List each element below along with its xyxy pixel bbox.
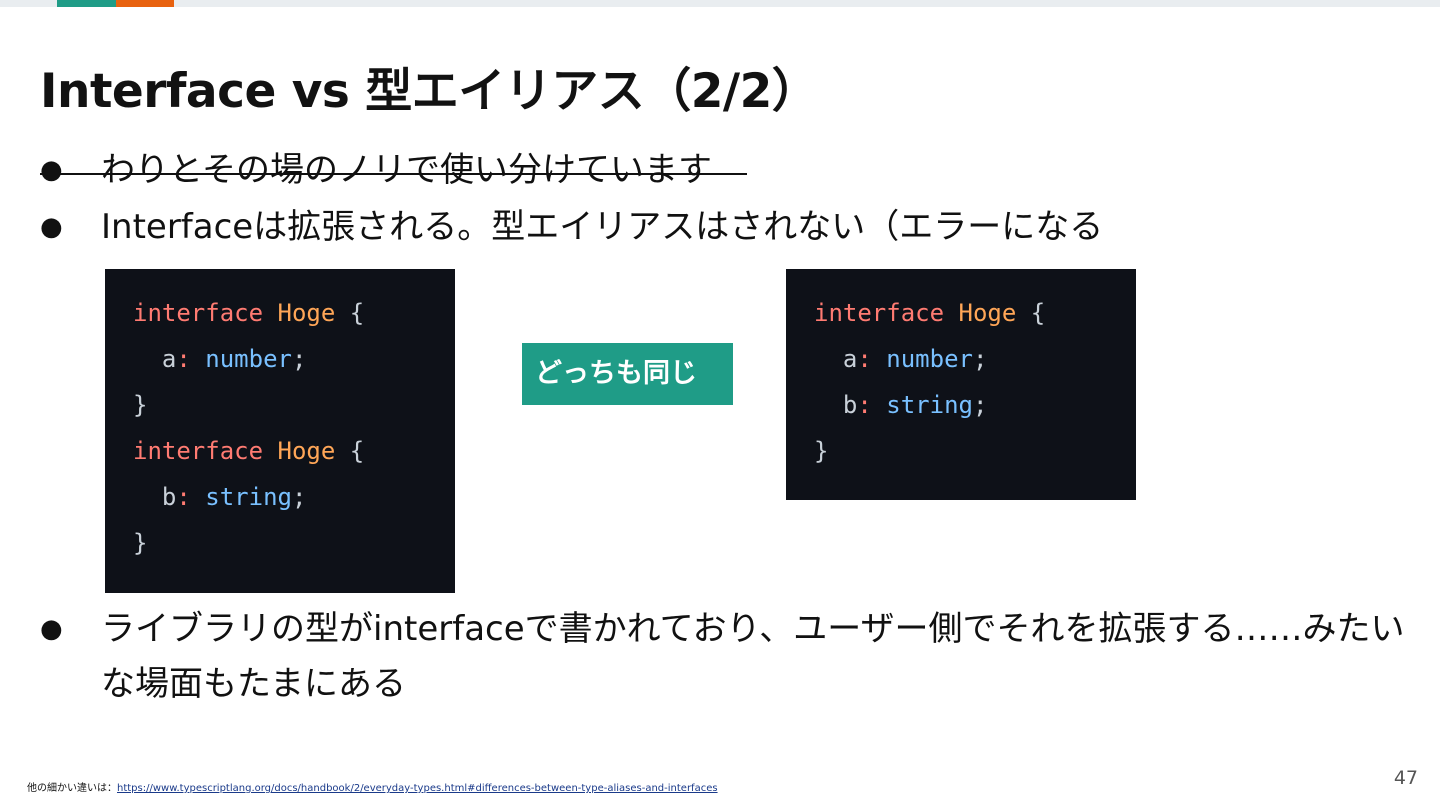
bullet-dot: ● (40, 614, 63, 644)
code-line: a: number; (161, 345, 307, 373)
bullet-text: わりとその場のノリで使い分けています (101, 150, 712, 190)
code-line: b: string; (842, 391, 988, 419)
code-line: interface Hoge { (133, 299, 365, 327)
code-line: } (133, 391, 148, 419)
code-line: } (133, 529, 148, 557)
bullet-dot: ● (40, 212, 63, 242)
page-number: 47 (1393, 767, 1418, 789)
top-accent-bar (0, 0, 1440, 7)
code-line: interface Hoge { (133, 437, 365, 465)
slide-title: Interface vs 型エイリアス（2/2） (40, 64, 819, 119)
reference-link[interactable]: https://www.typescriptlang.org/docs/hand… (117, 783, 718, 794)
footer-note: 他の細かい違いは：https://www.typescriptlang.org/… (27, 779, 718, 794)
accent-segment-orange (116, 0, 174, 7)
code-line: b: string; (161, 483, 307, 511)
bullet-dot: ● (40, 155, 63, 185)
footer-prefix: 他の細かい違いは： (27, 783, 117, 794)
code-line: } (814, 437, 829, 465)
same-label-box: どっちも同じ (522, 343, 733, 405)
bullet-text: Interfaceは拡張される。型エイリアスはされない（エラーになる (101, 207, 1104, 247)
code-line: interface Hoge { (814, 299, 1046, 327)
strikethrough-line (40, 173, 747, 175)
code-block-left: interface Hoge { a: number; } interface … (105, 269, 455, 593)
code-block-right: interface Hoge { a: number; b: string; } (786, 269, 1136, 500)
code-line: a: number; (842, 345, 988, 373)
bullet-text: ライブラリの型がinterfaceで書かれており、ユーザー側でそれを拡張する……… (101, 609, 1405, 704)
accent-segment-teal (57, 0, 116, 7)
